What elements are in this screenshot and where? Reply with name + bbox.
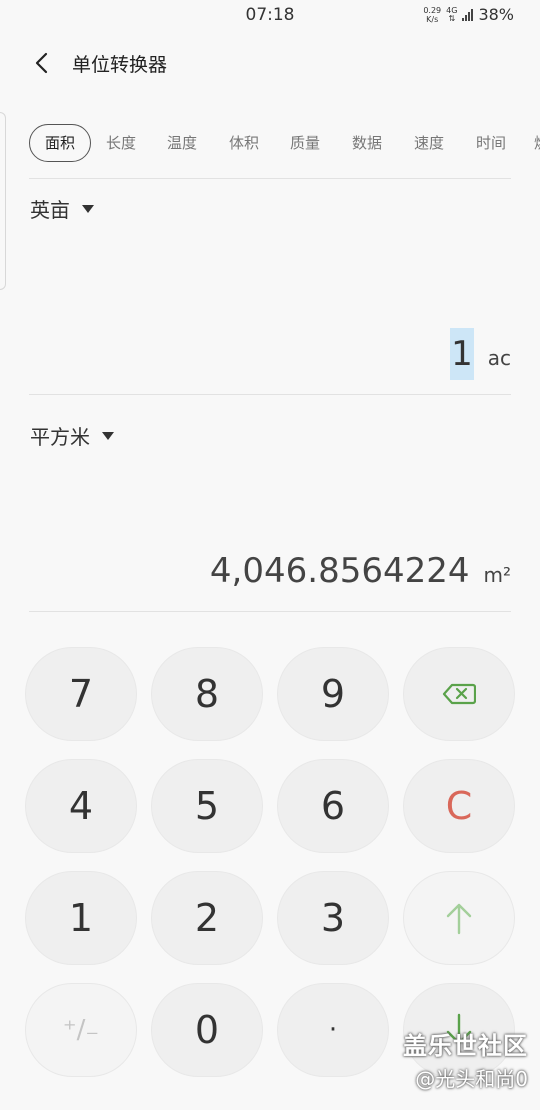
page-title: 单位转换器: [72, 54, 168, 76]
from-unit-name: 英亩: [30, 198, 70, 222]
data-arrows-icon: ⇅: [448, 13, 456, 23]
tab-mass[interactable]: 质量: [290, 124, 320, 162]
network-type-icon: 4G ⇅: [446, 6, 457, 23]
to-divider: [29, 611, 511, 612]
key-label: 4: [68, 784, 94, 828]
to-value-row[interactable]: 4,046.8564224 m²: [210, 551, 511, 591]
key-label: 1: [68, 896, 94, 940]
key-4[interactable]: 4: [25, 759, 137, 853]
to-unit-name: 平方米: [30, 425, 90, 449]
key-label: 8: [194, 672, 220, 716]
dropdown-arrow-icon: [82, 204, 94, 213]
move-down-button[interactable]: [403, 983, 515, 1077]
from-divider: [29, 394, 511, 395]
back-button[interactable]: [30, 50, 56, 76]
from-value-input[interactable]: 1: [450, 328, 474, 380]
key-label: 7: [68, 672, 94, 716]
tab-speed[interactable]: 速度: [414, 124, 444, 162]
key-label: 9: [320, 672, 346, 716]
from-unit-dropdown[interactable]: 英亩: [30, 194, 94, 223]
status-bar: 07:18 0.29 K/s 4G ⇅ 38%: [0, 0, 540, 34]
move-up-button[interactable]: [403, 871, 515, 965]
key-label: 3: [320, 896, 346, 940]
tab-temperature[interactable]: 温度: [167, 124, 197, 162]
key-label: 0: [194, 1008, 220, 1052]
tab-fuel[interactable]: 燃: [534, 124, 540, 162]
to-value-output[interactable]: 4,046.8564224: [210, 551, 470, 591]
clear-icon: C: [445, 784, 473, 828]
edge-panel-handle[interactable]: [0, 112, 6, 290]
to-unit-symbol: m²: [483, 563, 512, 587]
tab-length[interactable]: 长度: [106, 124, 136, 162]
backspace-icon: [442, 683, 476, 705]
tab-volume[interactable]: 体积: [229, 124, 259, 162]
plus-minus-icon: ⁺/₋: [62, 1015, 100, 1045]
chevron-left-icon: [35, 52, 48, 74]
key-label: 2: [194, 896, 220, 940]
key-7[interactable]: 7: [25, 647, 137, 741]
plus-minus-button[interactable]: ⁺/₋: [25, 983, 137, 1077]
tabs-divider: [29, 178, 511, 179]
tab-time[interactable]: 时间: [476, 124, 506, 162]
key-6[interactable]: 6: [277, 759, 389, 853]
status-indicators: 0.29 K/s 4G ⇅ 38%: [423, 5, 514, 24]
decimal-point-button[interactable]: ·: [277, 983, 389, 1077]
to-unit-dropdown[interactable]: 平方米: [30, 421, 114, 450]
from-unit-symbol: ac: [487, 346, 511, 370]
arrow-down-icon: [446, 1013, 472, 1045]
arrow-up-icon: [446, 903, 472, 935]
key-label: 5: [194, 784, 220, 828]
category-tabs: 面积 长度 温度 体积 质量 数据 速度 时间 燃: [29, 124, 540, 164]
key-2[interactable]: 2: [151, 871, 263, 965]
tab-area[interactable]: 面积: [29, 124, 91, 162]
network-speed: 0.29 K/s: [423, 6, 441, 24]
app-header: 单位转换器: [0, 40, 540, 86]
key-0[interactable]: 0: [151, 983, 263, 1077]
clear-button[interactable]: C: [403, 759, 515, 853]
key-3[interactable]: 3: [277, 871, 389, 965]
key-label: ·: [328, 1015, 338, 1045]
backspace-button[interactable]: [403, 647, 515, 741]
key-8[interactable]: 8: [151, 647, 263, 741]
dropdown-arrow-icon: [102, 431, 114, 440]
network-speed-unit: K/s: [426, 14, 439, 24]
signal-icon: [462, 8, 474, 21]
key-label: 6: [320, 784, 346, 828]
key-9[interactable]: 9: [277, 647, 389, 741]
key-5[interactable]: 5: [151, 759, 263, 853]
tab-data[interactable]: 数据: [352, 124, 382, 162]
battery-level: 38%: [478, 5, 514, 24]
from-value-row[interactable]: 1 ac: [450, 328, 511, 380]
key-1[interactable]: 1: [25, 871, 137, 965]
network-speed-value: 0.29: [423, 5, 442, 15]
